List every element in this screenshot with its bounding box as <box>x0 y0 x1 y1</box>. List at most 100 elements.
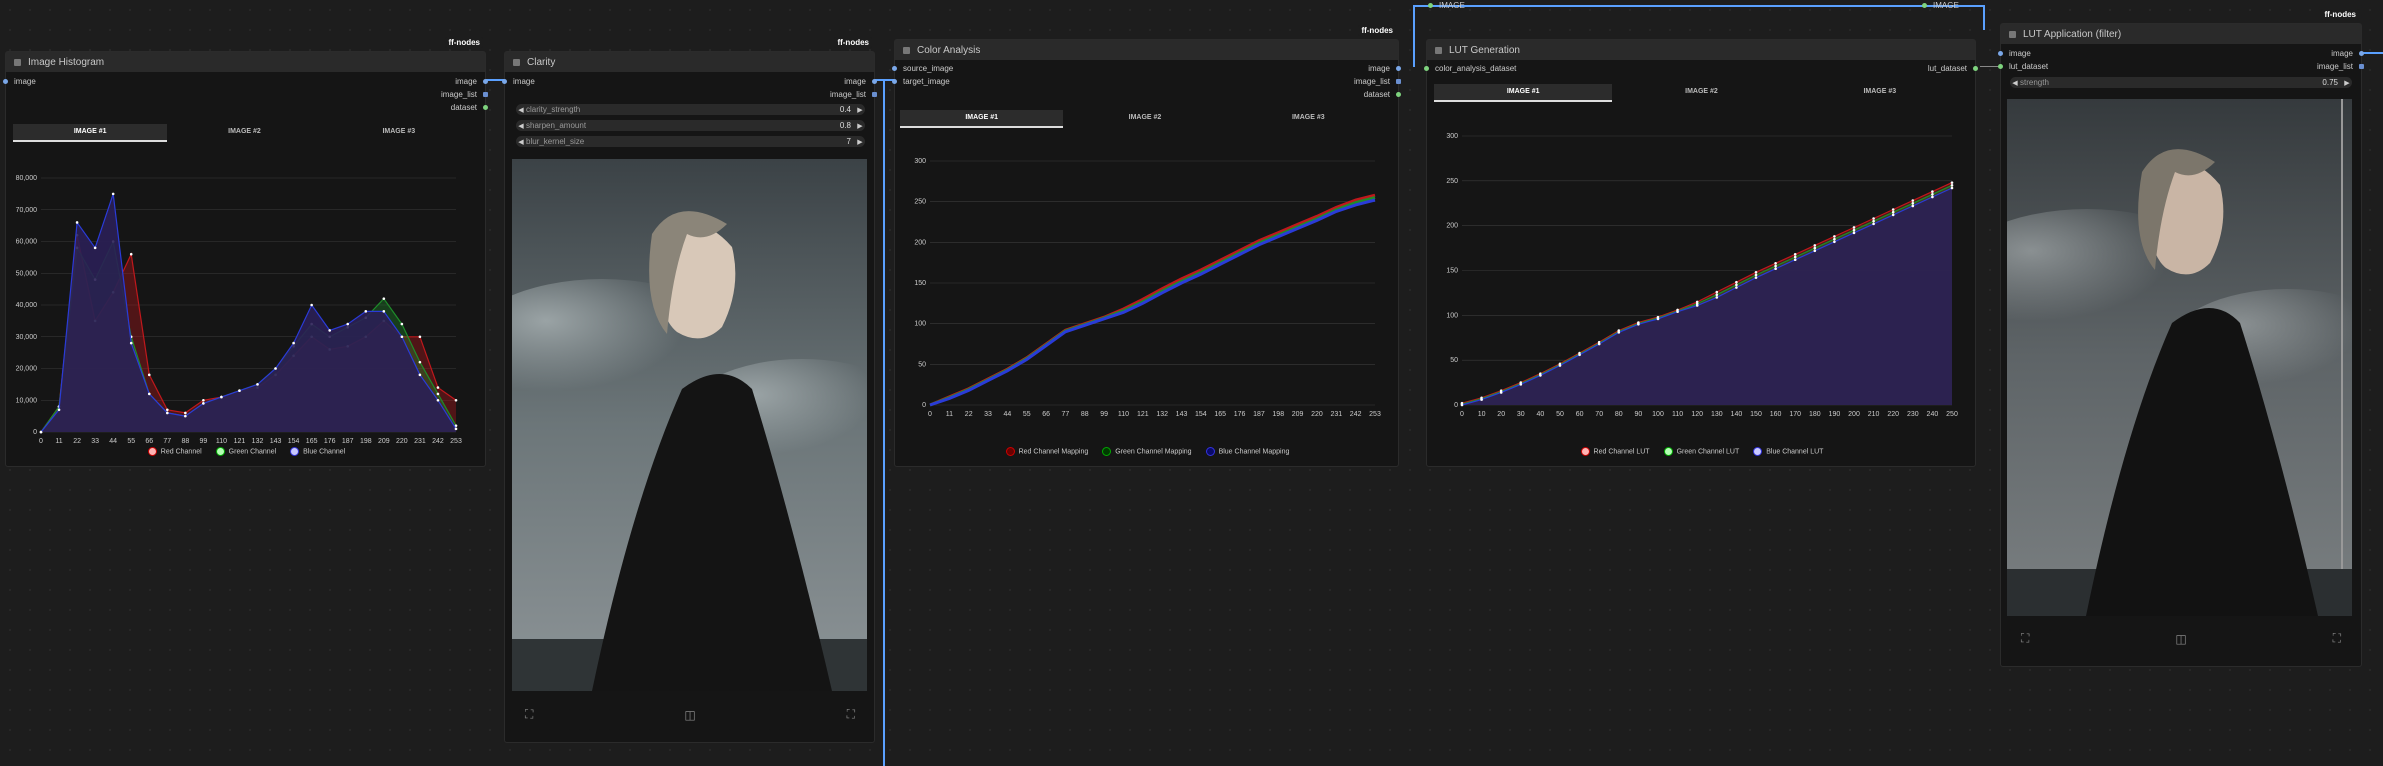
x-tick-label: 44 <box>109 438 117 445</box>
increment-arrow-icon[interactable]: ▶ <box>2342 79 2352 87</box>
input-port-source-image[interactable]: source_image <box>892 64 953 73</box>
collapse-icon[interactable] <box>2009 30 2016 38</box>
output-port-dataset[interactable]: dataset <box>1364 90 1401 99</box>
x-tick-label: 220 <box>1887 411 1899 418</box>
decrement-arrow-icon[interactable]: ◀ <box>2010 79 2020 87</box>
collapse-icon[interactable] <box>14 58 21 66</box>
node-header[interactable]: Image Histogram <box>6 52 485 72</box>
output-port-image[interactable]: image <box>1368 64 1401 73</box>
histogram-chart: 0 10,000 20,000 30,000 40,000 50,000 60,000 70,… <box>16 175 462 445</box>
output-port-image-list[interactable]: image_list <box>1354 77 1401 86</box>
node-lut-generation[interactable]: LUT Generation color_analysis_dataset lu… <box>1424 39 1978 467</box>
output-port-image[interactable]: image <box>2331 49 2364 58</box>
increment-arrow-icon[interactable]: ▶ <box>855 138 865 146</box>
node-image-histogram[interactable]: ff-nodes Image Histogram image image ima… <box>3 37 488 467</box>
data-point <box>1833 240 1836 244</box>
link-vertical-clarity <box>883 79 885 766</box>
fullscreen-icon[interactable]: ⛶ <box>2333 631 2341 646</box>
data-point <box>93 246 97 250</box>
data-point <box>400 322 404 326</box>
color-mapping-chart: 0 50 100 150 200 250 300 0 11 22 33 44 55 66 77 88 99 110… <box>914 158 1381 418</box>
fit-icon[interactable]: ⛶ <box>525 707 533 722</box>
x-tick-label: 121 <box>234 438 246 445</box>
data-point <box>1519 383 1523 386</box>
decrement-arrow-icon[interactable]: ◀ <box>516 106 526 114</box>
data-point <box>418 373 422 377</box>
legend-item-green: Green Channel LUT <box>1663 447 1739 456</box>
tab-image-3[interactable]: IMAGE #3 <box>322 124 476 140</box>
input-port-color-analysis-dataset[interactable]: color_analysis_dataset <box>1424 64 1516 73</box>
input-port-image[interactable]: image <box>502 77 535 86</box>
data-point <box>382 310 386 313</box>
node-lut-application[interactable]: ff-nodes LUT Application (filter) image … <box>1998 9 2364 667</box>
chart-legend: Red Channel Mapping Green Channel Mappin… <box>895 447 1400 456</box>
widget-clarity-strength[interactable]: ◀ clarity_strength 0.4 ▶ <box>516 104 865 115</box>
lut-chart: 0 50 100 150 200 250 300 0 10 20 30 40 50 60 70 80 90 100… <box>1446 133 1958 418</box>
tab-image-2[interactable]: IMAGE #2 <box>167 124 321 140</box>
x-tick-label: 10 <box>1478 411 1486 418</box>
x-tick-label: 220 <box>1311 411 1323 418</box>
output-port-image-list[interactable]: image_list <box>441 90 488 99</box>
increment-arrow-icon[interactable]: ▶ <box>855 122 865 130</box>
node-title: Color Analysis <box>917 44 981 56</box>
fullscreen-icon[interactable]: ⛶ <box>847 707 855 722</box>
node-header[interactable]: Clarity <box>505 52 874 72</box>
data-point <box>129 341 133 345</box>
x-tick-label: 253 <box>450 438 462 445</box>
output-port-image[interactable]: image <box>455 77 488 86</box>
tab-image-1[interactable]: IMAGE #1 <box>900 110 1064 128</box>
x-tick-label: 88 <box>181 438 189 445</box>
data-point <box>1911 201 1915 205</box>
input-port-lut-dataset[interactable]: lut_dataset <box>1998 62 2048 71</box>
decrement-arrow-icon[interactable]: ◀ <box>516 122 526 130</box>
collapse-icon[interactable] <box>513 58 520 66</box>
output-port-dataset[interactable]: dataset <box>451 103 488 112</box>
collapse-icon[interactable] <box>903 46 910 54</box>
data-point <box>1539 374 1542 377</box>
tab-image-1[interactable]: IMAGE #1 <box>13 124 168 142</box>
data-point <box>328 329 331 332</box>
output-port-image[interactable]: image <box>844 77 877 86</box>
x-tick-label: 242 <box>432 438 444 445</box>
node-color-analysis[interactable]: ff-nodes Color Analysis source_image tar… <box>892 25 1401 467</box>
widget-strength[interactable]: ◀ strength 0.75 ▶ <box>2010 77 2352 88</box>
data-point <box>1793 258 1797 262</box>
data-point <box>310 303 313 307</box>
node-clarity[interactable]: ff-nodes Clarity image image image_list … <box>502 37 877 743</box>
data-point <box>1617 331 1621 334</box>
x-tick-label: 176 <box>324 438 336 445</box>
tab-image-2[interactable]: IMAGE #2 <box>1612 84 1790 100</box>
tab-image-2[interactable]: IMAGE #2 <box>1063 110 1226 126</box>
tab-image-3[interactable]: IMAGE #3 <box>1791 84 1969 100</box>
widget-blur-kernel-size[interactable]: ◀ blur_kernel_size 7 ▶ <box>516 136 865 147</box>
x-tick-label: 80 <box>1615 411 1623 418</box>
decrement-arrow-icon[interactable]: ◀ <box>516 138 526 146</box>
output-port-image-list[interactable]: image_list <box>2317 62 2364 71</box>
x-tick-label: 44 <box>1003 411 1011 418</box>
data-point <box>1754 276 1758 279</box>
node-header[interactable]: Color Analysis <box>895 40 1398 60</box>
data-point <box>1715 290 1719 294</box>
collapse-icon[interactable] <box>1435 46 1442 54</box>
increment-arrow-icon[interactable]: ▶ <box>855 106 865 114</box>
tab-image-1[interactable]: IMAGE #1 <box>1434 84 1613 102</box>
widget-sharpen-amount[interactable]: ◀ sharpen_amount 0.8 ▶ <box>516 120 865 131</box>
data-point <box>1911 204 1915 208</box>
output-port-image-list[interactable]: image_list <box>830 90 877 99</box>
data-point <box>1499 391 1503 394</box>
fit-icon[interactable]: ⛶ <box>2021 631 2029 646</box>
input-port-image[interactable]: image <box>3 77 36 86</box>
compare-icon[interactable]: ◫ <box>684 708 695 722</box>
input-port-target-image[interactable]: target_image <box>892 77 950 86</box>
output-port-lut-dataset[interactable]: lut_dataset <box>1928 64 1978 73</box>
x-tick-label: 220 <box>396 438 408 445</box>
x-tick-label: 198 <box>1272 411 1284 418</box>
tab-image-3[interactable]: IMAGE #3 <box>1227 110 1390 126</box>
data-point <box>238 389 241 393</box>
input-port-image[interactable]: image <box>1998 49 2031 58</box>
x-tick-label: 120 <box>1691 411 1703 418</box>
node-header[interactable]: LUT Application (filter) <box>2001 24 2361 44</box>
node-header[interactable]: LUT Generation <box>1427 40 1975 60</box>
compare-icon[interactable]: ◫ <box>2175 632 2186 646</box>
x-tick-label: 60 <box>1576 411 1584 418</box>
